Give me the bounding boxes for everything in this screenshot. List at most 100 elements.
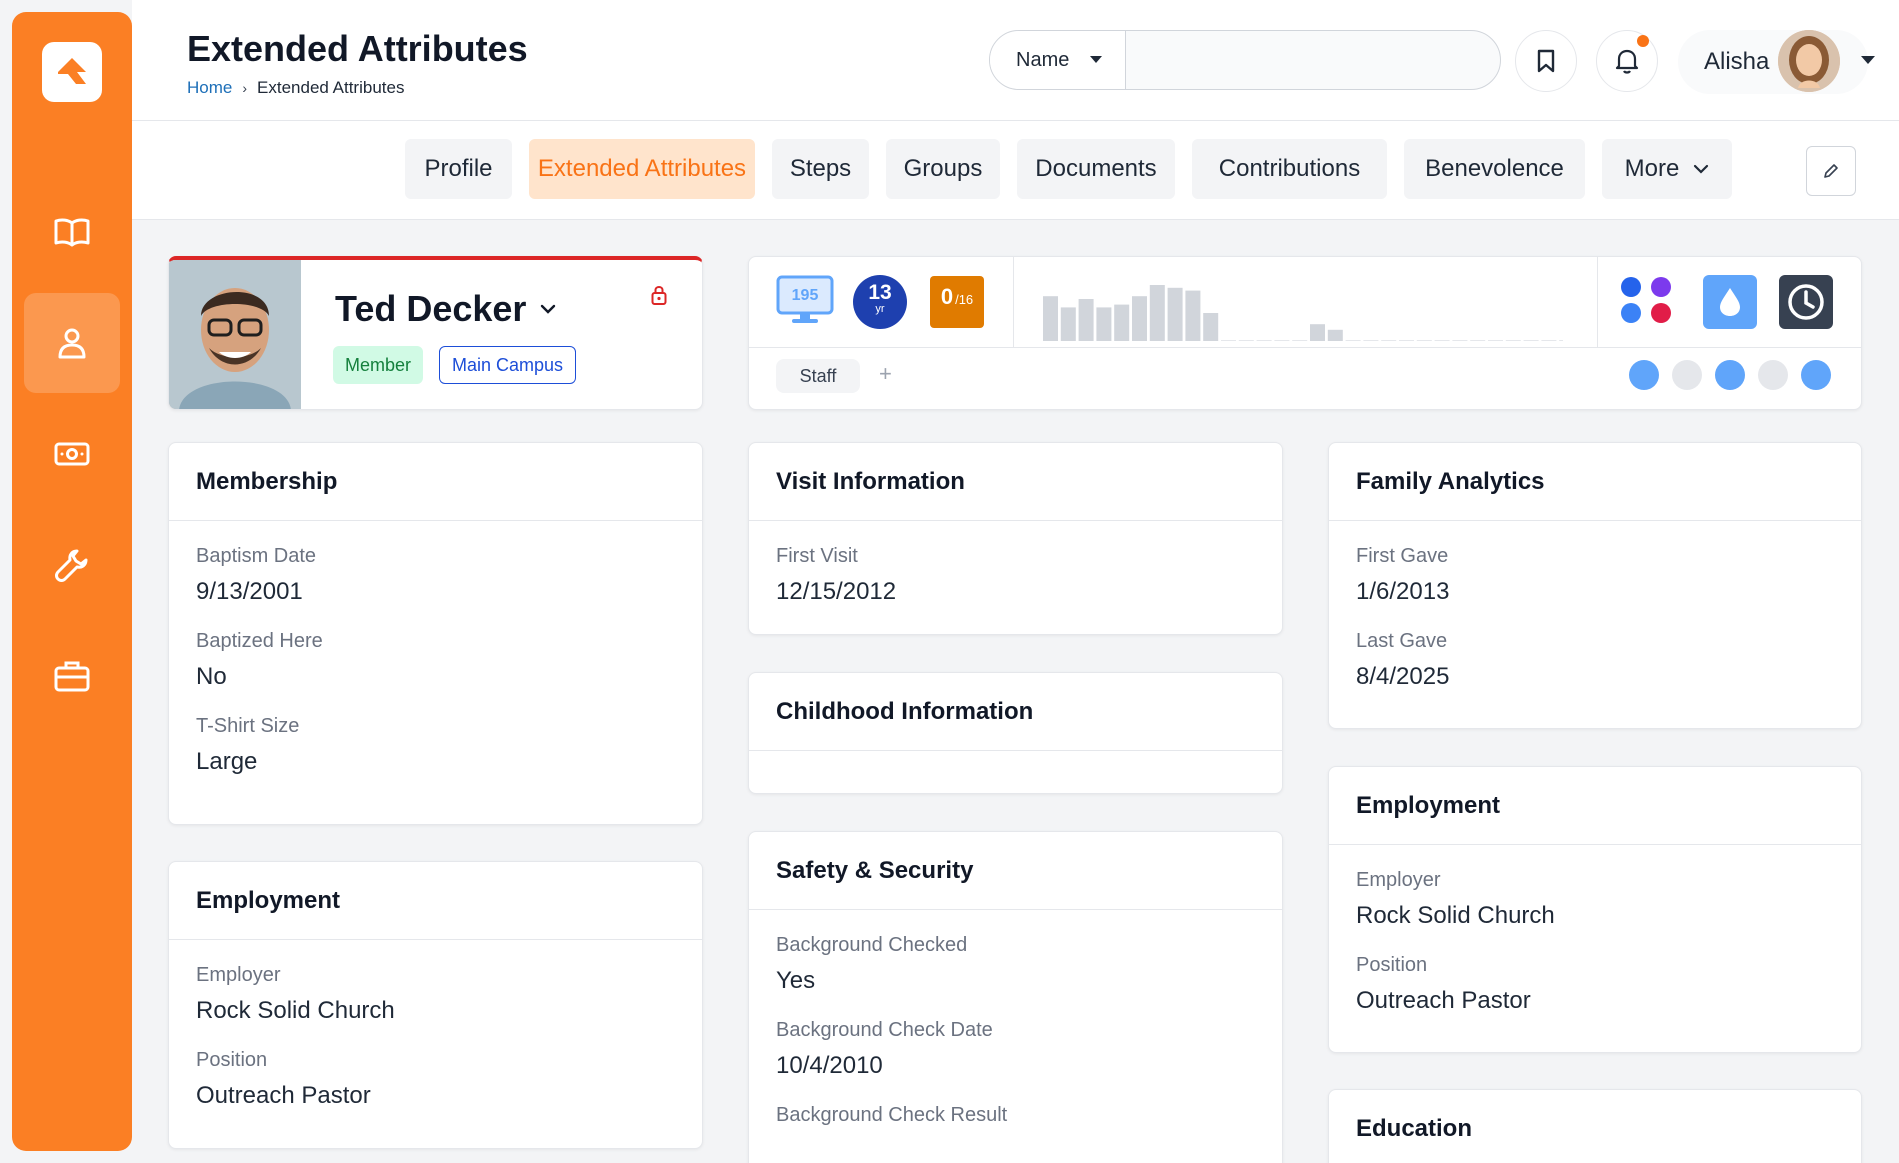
person-name-button[interactable]: Ted Decker xyxy=(335,288,556,330)
attendance-bar xyxy=(1292,340,1308,341)
stats-card: 195 13 yr 0 /16 Staff + xyxy=(748,256,1862,410)
card-title: Childhood Information xyxy=(749,673,1282,751)
search-box: Name xyxy=(989,30,1501,90)
bell-small-icon xyxy=(1651,277,1671,297)
edit-button[interactable] xyxy=(1806,146,1856,196)
history-badge[interactable] xyxy=(1779,275,1833,329)
field-label: First Gave xyxy=(1356,545,1449,567)
field-background-check-result: Background Check Result xyxy=(749,1104,1282,1127)
field-value: Rock Solid Church xyxy=(1356,902,1555,929)
field-label: First Visit xyxy=(776,545,858,567)
person-name: Ted Decker xyxy=(335,288,527,329)
tab-benevolence[interactable]: Benevolence xyxy=(1404,139,1585,199)
field-employer: Employer Rock Solid Church xyxy=(1329,869,1861,930)
tag-staff[interactable]: Staff xyxy=(776,359,860,393)
field-label: Baptized Here xyxy=(196,630,323,652)
attendance-bar xyxy=(1185,290,1201,341)
sidebar-item-finance[interactable] xyxy=(24,404,120,504)
tab-extended-attributes[interactable]: Extended Attributes xyxy=(529,139,755,199)
user-name: Alisha xyxy=(1704,48,1770,75)
rock-logo[interactable] xyxy=(42,42,102,102)
family-analytics-card: Family Analytics First Gave 1/6/2013 Las… xyxy=(1328,442,1862,729)
search-type-select[interactable]: Name xyxy=(990,31,1126,89)
page-title: Extended Attributes xyxy=(187,28,528,69)
field-value: 12/15/2012 xyxy=(776,578,897,605)
field-background-checked: Background Checked Yes xyxy=(749,934,1282,995)
age-badge: 13 yr xyxy=(853,275,907,329)
attendance-bar xyxy=(1488,340,1503,341)
tab-steps[interactable]: Steps xyxy=(772,139,869,199)
field-label: Background Checked xyxy=(776,934,968,956)
screen-count-stat: 195 xyxy=(776,275,834,330)
notifications-button[interactable] xyxy=(1596,30,1658,92)
logo-icon xyxy=(58,58,86,84)
card-title: Family Analytics xyxy=(1329,443,1861,521)
notification-dot xyxy=(1637,35,1649,47)
visit-information-card: Visit Information First Visit 12/15/2012 xyxy=(748,442,1283,635)
baptism-badge[interactable] xyxy=(1703,275,1757,329)
education-card: Education xyxy=(1328,1089,1862,1163)
field-label: Position xyxy=(196,1049,268,1071)
add-tag-button[interactable]: + xyxy=(879,361,892,387)
tab-groups[interactable]: Groups xyxy=(886,139,1000,199)
clock-icon xyxy=(1788,284,1824,320)
chat-icon[interactable] xyxy=(1801,360,1831,390)
bookmark-button[interactable] xyxy=(1515,30,1577,92)
breadcrumb-home[interactable]: Home xyxy=(187,78,232,98)
field-label: Last Gave xyxy=(1356,630,1448,652)
sidebar-item-people[interactable] xyxy=(24,293,120,393)
sidebar xyxy=(12,12,132,1151)
sidebar-item-admin[interactable] xyxy=(24,626,120,726)
user-menu-caret-icon[interactable] xyxy=(1860,54,1876,66)
score-badge: 0 /16 xyxy=(930,276,984,328)
tab-profile[interactable]: Profile xyxy=(405,139,512,199)
breadcrumb: Home › Extended Attributes xyxy=(187,78,404,98)
tab-more-label: More xyxy=(1624,155,1680,182)
tab-contributions[interactable]: Contributions xyxy=(1192,139,1387,199)
attendance-bar xyxy=(1274,340,1290,341)
field-baptized-here: Baptized Here No xyxy=(169,630,702,691)
field-baptism-date: Baptism Date 9/13/2001 xyxy=(169,545,702,606)
field-value: 8/4/2025 xyxy=(1356,663,1450,690)
analytics-icon[interactable] xyxy=(1629,360,1659,390)
attendance-bar xyxy=(1043,296,1058,341)
safety-security-card: Safety & Security Background Checked Yes… xyxy=(748,831,1283,1163)
gift-icon[interactable] xyxy=(1758,360,1788,390)
sidebar-item-books[interactable] xyxy=(24,182,120,282)
header: Extended Attributes Home › Extended Attr… xyxy=(132,0,1899,121)
field-label: Background Check Date xyxy=(776,1019,993,1041)
field-label: Employer xyxy=(196,964,281,986)
tab-more[interactable]: More xyxy=(1602,139,1732,199)
tab-documents[interactable]: Documents xyxy=(1017,139,1175,199)
chevron-down-icon xyxy=(541,304,556,314)
attendance-bar xyxy=(1060,307,1076,341)
user-avatar[interactable] xyxy=(1778,30,1840,92)
attendance-bar xyxy=(1132,296,1147,341)
campus-badge: Main Campus xyxy=(439,346,577,384)
age-value: 13 xyxy=(868,281,892,304)
sidebar-item-tools[interactable] xyxy=(24,515,120,615)
attendance-bar xyxy=(1096,307,1112,341)
field-value: 10/4/2010 xyxy=(776,1052,883,1079)
lock-icon[interactable] xyxy=(650,284,668,306)
stats-divider xyxy=(1013,257,1014,347)
person-card: Ted Decker Member Main Campus xyxy=(168,256,703,410)
field-value: Yes xyxy=(776,967,816,994)
employment-card-right: Employment Employer Rock Solid Church Po… xyxy=(1328,766,1862,1053)
field-value: Rock Solid Church xyxy=(196,997,395,1024)
briefcase-icon xyxy=(54,661,90,692)
heart-icon[interactable] xyxy=(1672,360,1702,390)
key-icon[interactable] xyxy=(1715,360,1745,390)
member-badge: Member xyxy=(333,346,424,384)
people-small-icon xyxy=(1651,303,1671,323)
search-type-value: Name xyxy=(1016,48,1070,71)
age-unit: yr xyxy=(875,303,885,315)
field-position: Position Outreach Pastor xyxy=(169,1049,702,1110)
search-input[interactable] xyxy=(1126,31,1500,89)
breadcrumb-current: Extended Attributes xyxy=(257,78,405,97)
field-value: 1/6/2013 xyxy=(1356,578,1450,605)
employment-card: Employment Employer Rock Solid Church Po… xyxy=(168,861,703,1149)
attendance-bar xyxy=(1114,304,1130,341)
field-background-check-date: Background Check Date 10/4/2010 xyxy=(749,1019,1282,1080)
attendance-bar xyxy=(1416,340,1432,341)
